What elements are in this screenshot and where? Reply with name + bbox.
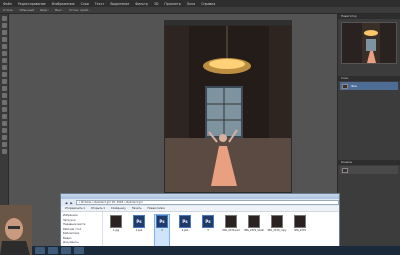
- menu-select[interactable]: Выделение: [110, 2, 129, 6]
- layer-name: Фон: [351, 84, 357, 88]
- menu-help[interactable]: Справка: [201, 2, 215, 6]
- options-bar: Стиль: Обычный Шир.: Выс.: Уточн. край..…: [0, 7, 400, 14]
- navigator-preview: [342, 23, 396, 63]
- image-file-icon: [110, 215, 122, 228]
- layers-panel-title[interactable]: Слои: [338, 76, 400, 81]
- menu-edit[interactable]: Редактирование: [18, 2, 46, 6]
- image-file-icon: [248, 215, 260, 228]
- gradient-tool-icon[interactable]: [1, 93, 7, 98]
- start-button[interactable]: [35, 247, 45, 254]
- taskbar-app-photoshop[interactable]: [48, 247, 58, 254]
- channel-row[interactable]: [340, 166, 398, 174]
- eraser-tool-icon[interactable]: [1, 86, 7, 91]
- taskbar: [32, 246, 400, 255]
- layer-row-background[interactable]: Фон: [340, 82, 398, 90]
- psd-file-icon: Ps: [133, 215, 145, 228]
- file-name: IMG_2379_Small: [244, 229, 264, 232]
- zoom-tool-icon[interactable]: [1, 149, 7, 154]
- file-name: 2.psd: [181, 229, 189, 232]
- webcam-overlay: [0, 205, 32, 255]
- lasso-tool-icon[interactable]: [1, 30, 7, 35]
- taskbar-app-browser[interactable]: [74, 247, 84, 254]
- explorer-address-bar: ◀ ▶ « Pictures » Rainland girl 18. 2018 …: [61, 199, 339, 206]
- history-brush-tool-icon[interactable]: [1, 79, 7, 84]
- menu-type[interactable]: Текст: [95, 2, 104, 6]
- back-arrow-icon[interactable]: ◀: [65, 201, 67, 205]
- channel-thumbnail: [342, 167, 348, 173]
- nav-item-documents[interactable]: Документы: [63, 241, 100, 246]
- style-select[interactable]: Обычный: [20, 8, 35, 12]
- menu-layers[interactable]: Слои: [81, 2, 89, 6]
- organize-button[interactable]: Упорядочить ▾: [65, 207, 85, 210]
- image-file-icon: [271, 215, 283, 228]
- slideshow-button[interactable]: Слайд-шоу: [111, 207, 126, 210]
- pen-tool-icon[interactable]: [1, 114, 7, 119]
- blur-tool-icon[interactable]: [1, 100, 7, 105]
- presenter-image: [0, 205, 32, 255]
- psd-file-icon: Ps: [202, 215, 214, 228]
- navigator-panel-title[interactable]: Навигатор: [338, 14, 400, 19]
- brush-tool-icon[interactable]: [1, 65, 7, 70]
- open-button[interactable]: Открыть ▾: [91, 207, 105, 210]
- taskbar-app-explorer[interactable]: [61, 247, 71, 254]
- menu-view[interactable]: Просмотр: [164, 2, 180, 6]
- menu-window[interactable]: Окно: [187, 2, 195, 6]
- psd-file-icon: Ps: [156, 215, 168, 228]
- style-label: Стиль:: [3, 8, 14, 12]
- path-select-tool-icon[interactable]: [1, 128, 7, 133]
- file-name: IMG_2379.psd: [222, 229, 240, 232]
- quick-select-tool-icon[interactable]: [1, 37, 7, 42]
- file-name: 1.jpg: [113, 229, 119, 232]
- menu-bar: Файл Редактирование Изображение Слои Тек…: [0, 0, 400, 7]
- dodge-tool-icon[interactable]: [1, 107, 7, 112]
- crop-tool-icon[interactable]: [1, 44, 7, 49]
- file-name: 1.psd: [135, 229, 143, 232]
- image-file-icon: [225, 215, 237, 228]
- print-button[interactable]: Печать: [132, 207, 142, 210]
- file-name: 2: [161, 229, 163, 232]
- address-input[interactable]: « Pictures » Rainland girl 18. 2018 » Ra…: [75, 200, 339, 205]
- menu-file[interactable]: Файл: [3, 2, 12, 6]
- file-name: IMG_2379_copy: [267, 229, 287, 232]
- menu-filter[interactable]: Фильтр: [135, 2, 148, 6]
- marquee-tool-icon[interactable]: [1, 23, 7, 28]
- menu-3d[interactable]: 3D: [154, 2, 158, 6]
- move-tool-icon[interactable]: [1, 16, 7, 21]
- file-name: 3: [207, 229, 209, 232]
- photo-image: [165, 26, 291, 192]
- shape-tool-icon[interactable]: [1, 135, 7, 140]
- image-file-icon: [294, 215, 306, 228]
- right-panels: Навигатор Слои Фон Каналы: [337, 14, 400, 255]
- screen: Файл Редактирование Изображение Слои Тек…: [0, 0, 400, 255]
- refine-edge-button[interactable]: Уточн. край...: [69, 8, 90, 12]
- file-name: IMG_2379: [294, 229, 306, 232]
- layer-thumbnail: [342, 83, 348, 89]
- healing-tool-icon[interactable]: [1, 58, 7, 63]
- new-folder-button[interactable]: Новая папка: [148, 207, 165, 210]
- menu-image[interactable]: Изображение: [52, 2, 75, 6]
- hand-tool-icon[interactable]: [1, 142, 7, 147]
- width-label: Шир.:: [40, 8, 50, 12]
- type-tool-icon[interactable]: [1, 121, 7, 126]
- navigator-thumbnail[interactable]: [341, 22, 397, 64]
- stamp-tool-icon[interactable]: [1, 72, 7, 77]
- document-canvas[interactable]: [164, 25, 292, 193]
- forward-arrow-icon[interactable]: ▶: [70, 201, 72, 205]
- psd-file-icon: Ps: [179, 215, 191, 228]
- eyedropper-tool-icon[interactable]: [1, 51, 7, 56]
- height-label: Выс.:: [55, 8, 64, 12]
- channels-panel-title[interactable]: Каналы: [338, 160, 400, 165]
